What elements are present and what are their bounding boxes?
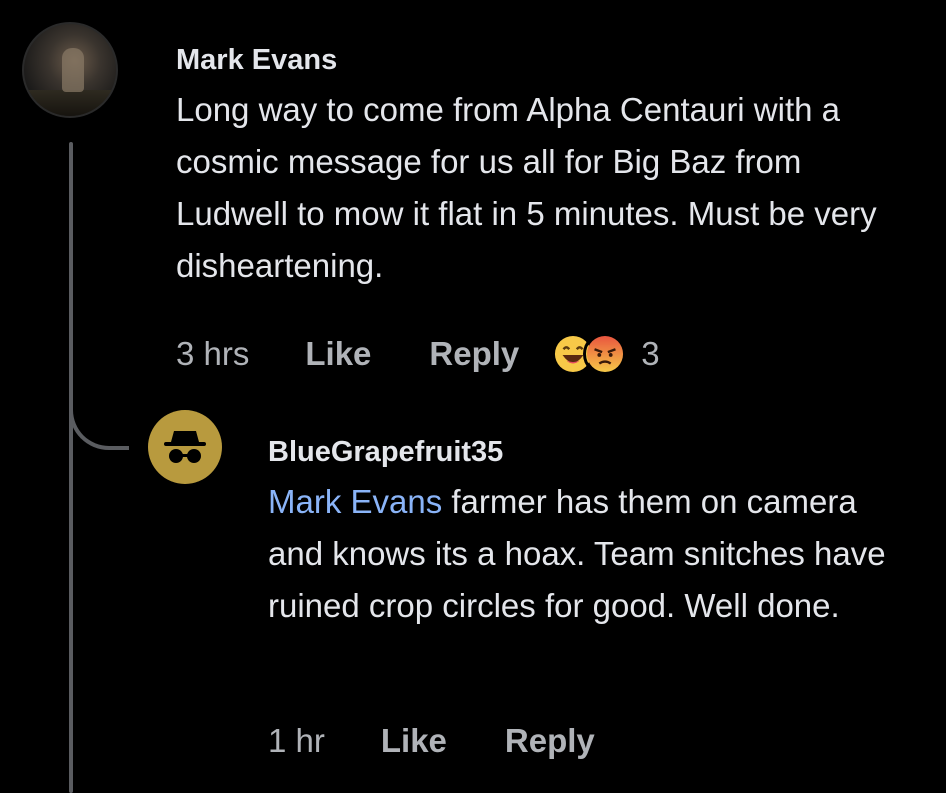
avatar[interactable] xyxy=(22,22,118,118)
comment-body: Mark Evans Long way to come from Alpha C… xyxy=(176,40,916,292)
like-button[interactable]: Like xyxy=(305,335,371,373)
comment-author[interactable]: Mark Evans xyxy=(176,40,916,80)
anonymous-incognito-icon xyxy=(164,431,206,463)
reply-body: BlueGrapefruit35 Mark Evans farmer has t… xyxy=(268,432,918,632)
thread-line xyxy=(69,142,73,793)
avatar[interactable] xyxy=(148,410,222,484)
comment-text: Long way to come from Alpha Centauri wit… xyxy=(176,91,877,284)
reply-button[interactable]: Reply xyxy=(505,722,595,760)
comment-timestamp[interactable]: 3 hrs xyxy=(176,335,249,373)
reactions[interactable] xyxy=(551,332,628,376)
mention-link[interactable]: Mark Evans xyxy=(268,483,442,520)
comment-actions: 3 hrs Like Reply 3 xyxy=(176,332,660,376)
reply-timestamp[interactable]: 1 hr xyxy=(268,722,325,760)
reaction-count[interactable]: 3 xyxy=(641,335,659,373)
reply-actions: 1 hr Like Reply xyxy=(268,722,595,760)
reply-button[interactable]: Reply xyxy=(429,335,519,373)
reply-author[interactable]: BlueGrapefruit35 xyxy=(268,432,918,472)
like-button[interactable]: Like xyxy=(381,722,447,760)
reply-connector xyxy=(69,380,129,450)
reply-text: Mark Evans farmer has them on camera and… xyxy=(268,476,918,632)
angry-icon xyxy=(583,332,628,376)
